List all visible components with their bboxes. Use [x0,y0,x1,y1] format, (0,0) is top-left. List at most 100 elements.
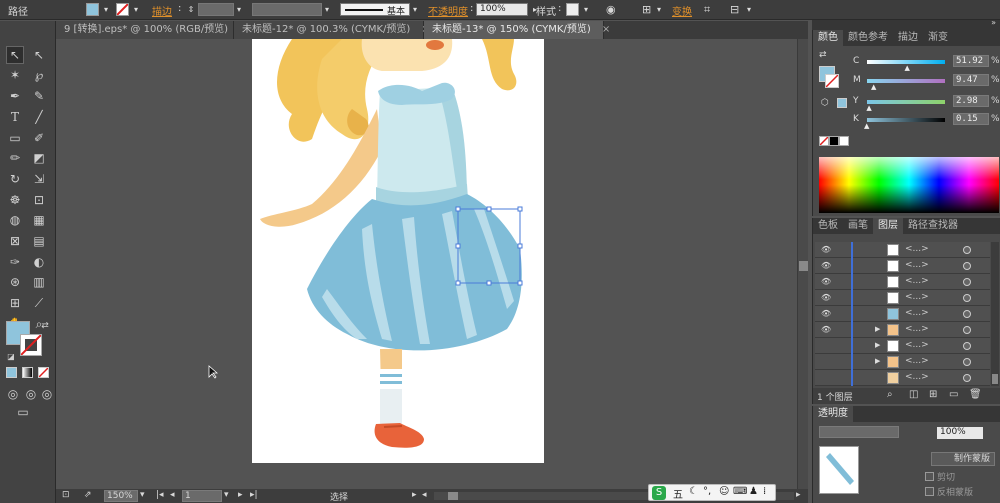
magenta-value-field[interactable]: 9.47 [953,74,989,86]
status-arrow-icon[interactable]: ▸ [412,490,417,500]
canvas-area[interactable] [56,39,808,489]
cyan-value-field[interactable]: 51.92 [953,55,989,67]
tab-color[interactable]: 颜色 [813,30,843,46]
ime-toolbar[interactable]: S 五 ☾ °, ☺ ⌨ ♟ ⁞ [648,484,776,501]
paintbrush-tool-icon[interactable]: ✐ [30,129,48,147]
layers-scroll-thumb[interactable] [992,374,998,384]
ime-emoji-icon[interactable]: ☺ [719,486,729,497]
blend-tool-icon[interactable]: ◐ [30,253,48,271]
pencil-tool-icon[interactable]: ✏ [6,149,24,167]
zoom-dropdown-icon[interactable]: ▾ [140,490,145,500]
slider-track[interactable] [867,118,945,122]
style-dropdown-icon[interactable]: ▾ [581,3,591,16]
color-mode-button[interactable] [6,367,17,378]
slider-track[interactable] [867,79,945,83]
black-value-field[interactable]: 0.15 [953,113,989,125]
slider-knob-icon[interactable]: ▲ [871,83,876,91]
brush-definition-dropdown[interactable]: 基本 [340,3,410,17]
target-circle-icon[interactable] [963,262,971,270]
layer-row[interactable]: 👁 <...> [815,274,990,290]
zoom-field[interactable]: 150% [104,490,138,502]
target-circle-icon[interactable] [963,246,971,254]
layer-name[interactable]: <...> [905,324,929,334]
variable-width-arrow-icon[interactable]: ▾ [322,3,332,16]
type-tool-icon[interactable]: T [6,108,24,126]
layer-row[interactable]: ▶ <...> [815,338,990,354]
pen-tool-icon[interactable]: ✒ [6,87,24,105]
perspective-grid-tool-icon[interactable]: ▦ [30,211,48,229]
new-layer-icon[interactable]: ▭ [949,389,958,400]
layer-row[interactable]: 👁 <...> [815,306,990,322]
variable-width-dropdown[interactable] [252,3,322,16]
object-thumbnail[interactable] [819,446,859,494]
select-similar-icon[interactable]: ⊟ [730,3,739,16]
artboard-tool-icon[interactable]: ⊞ [6,294,24,312]
scale-tool-icon[interactable]: ⇲ [30,170,48,188]
black-swatch[interactable] [829,136,839,146]
curvature-tool-icon[interactable]: ✎ [30,87,48,105]
tab-document-9[interactable]: 9 [转换].eps* @ 100% (RGB/预览) × [56,21,248,39]
ime-moon-icon[interactable]: ☾ [689,486,698,497]
recolor-icon[interactable]: ◉ [606,3,616,16]
white-swatch[interactable] [839,136,849,146]
tab-pathfinder[interactable]: 路径查找器 [903,218,963,234]
hscroll-left-icon[interactable]: ◂ [422,490,427,500]
fill-dropdown-icon[interactable]: ▾ [101,3,111,16]
stroke-swatch[interactable] [116,3,129,16]
gradient-mode-button[interactable] [22,367,33,378]
select-similar-dropdown-icon[interactable]: ▾ [744,3,754,16]
default-colors-icon[interactable]: ◪ [2,347,20,365]
target-circle-icon[interactable] [963,342,971,350]
tab-swatches[interactable]: 色板 [813,218,843,234]
layer-row[interactable]: 👁 <...> [815,290,990,306]
close-icon[interactable]: × [602,24,610,35]
slider-knob-icon[interactable]: ▲ [864,122,869,130]
target-circle-icon[interactable] [963,278,971,286]
tab-color-guide[interactable]: 颜色参考 [843,30,893,46]
drawing-mode-icon[interactable]: ◎ [4,385,22,403]
rotate-tool-icon[interactable]: ↻ [6,170,24,188]
slider-knob-icon[interactable]: ▲ [866,104,871,112]
expand-arrow-icon[interactable]: ▶ [875,325,880,333]
tab-document-12[interactable]: 未标题-12* @ 100.3% (CYMK/预览) × [234,21,430,39]
mesh-tool-icon[interactable]: ⊠ [6,232,24,250]
none-color-swatch[interactable] [819,136,829,146]
clip-checkbox[interactable] [925,472,934,481]
hscroll-right-icon[interactable]: ▸ [796,490,801,500]
new-sublayer-icon[interactable]: ⊞ [929,389,937,400]
layer-name[interactable]: <...> [905,340,929,350]
stroke-label[interactable]: 描边 [152,3,172,18]
direct-selection-tool-icon[interactable]: ↖ [30,46,48,64]
swap-fill-stroke-icon[interactable]: ⇄ [36,317,54,335]
ime-keyboard-icon[interactable]: ⌨ [733,486,747,497]
eyedropper-tool-icon[interactable]: ✑ [6,253,24,271]
make-clipping-mask-icon[interactable]: ◫ [909,389,918,400]
fill-swatch[interactable] [86,3,99,16]
layer-row[interactable]: 👁 ▶ <...> [815,322,990,338]
hscroll-thumb[interactable] [448,492,458,500]
target-circle-icon[interactable] [963,326,971,334]
layers-scrollbar[interactable] [991,242,999,386]
target-circle-icon[interactable] [963,294,971,302]
default-fill-stroke-icon[interactable]: ⇄ [819,50,827,60]
magic-wand-tool-icon[interactable]: ✶ [6,66,24,84]
blend-mode-dropdown[interactable] [819,426,899,438]
ime-grid-icon[interactable]: ⁞ [763,486,766,497]
stroke-weight-field[interactable] [198,3,234,16]
collapse-panels-icon[interactable]: » [991,18,996,27]
free-transform-tool-icon[interactable]: ⊡ [30,191,48,209]
stroke-weight-dropdown-icon[interactable]: ▾ [234,3,244,16]
screen-mode-icon[interactable]: ▭ [14,403,32,421]
selection-tool-icon[interactable]: ↖ [6,46,24,64]
tab-stroke[interactable]: 描边 [893,30,923,46]
magenta-slider[interactable]: M ▲ 9.47 % [853,74,1000,91]
layer-name[interactable]: <...> [905,308,929,318]
column-graph-tool-icon[interactable]: ▥ [30,273,48,291]
layer-row[interactable]: ▶ <...> [815,354,990,370]
delete-layer-icon[interactable]: 🗑 [969,389,982,400]
vertical-scrollbar[interactable] [797,39,808,489]
draw-inside-icon[interactable]: ◎ [38,385,56,403]
ime-punct-icon[interactable]: °, [703,486,711,497]
gradient-tool-icon[interactable]: ▤ [30,232,48,250]
layer-name[interactable]: <...> [905,372,929,382]
